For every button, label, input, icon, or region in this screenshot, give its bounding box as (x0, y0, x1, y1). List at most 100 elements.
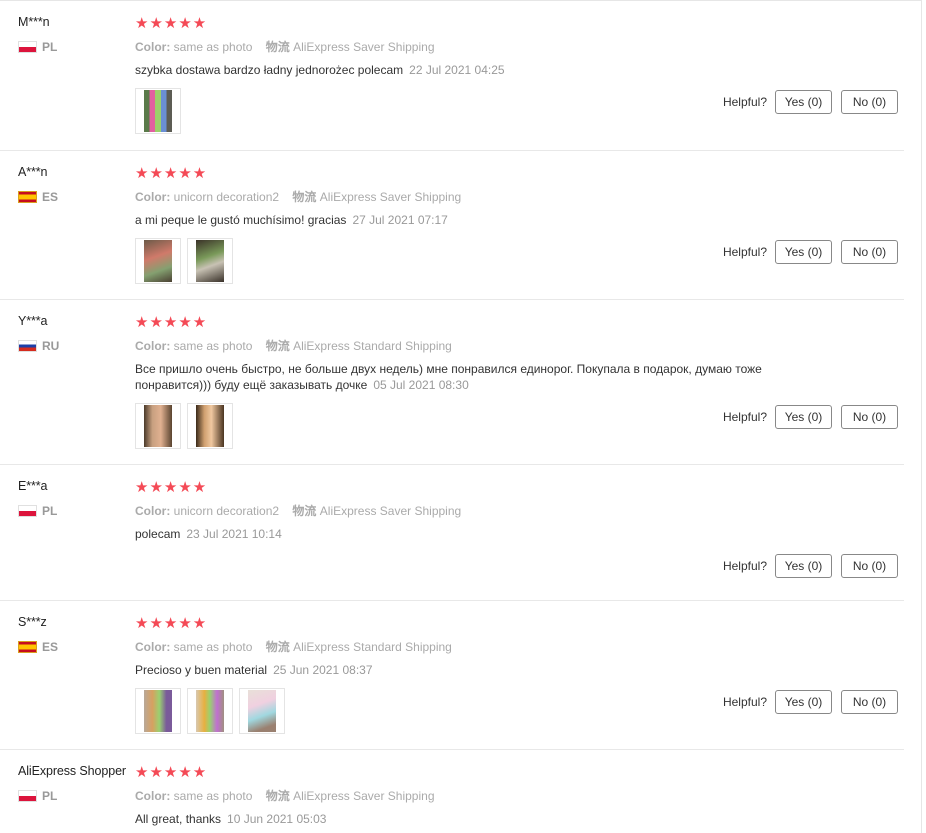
color-value: same as photo (173, 789, 253, 803)
color-label: Color: (135, 339, 171, 353)
reviewer-name: A***n (18, 165, 48, 179)
reviewer-name: E***a (18, 479, 48, 493)
review-content: ★★★★★ Color: same as photo 物流 AliExpress… (135, 15, 835, 134)
shipping-value: AliExpress Standard Shipping (293, 339, 452, 353)
review-item: E***a PL ★★★★★ Color: unicorn decoration… (0, 465, 904, 601)
color-value: unicorn decoration2 (173, 190, 280, 204)
star-rating: ★★★★★ (135, 15, 208, 32)
helpful-controls: Helpful? Yes (0) No (0) (723, 405, 898, 429)
review-item: AliExpress Shopper PL ★★★★★ Color: same … (0, 750, 904, 833)
review-meta: Color: unicorn decoration2 物流 AliExpress… (135, 188, 835, 205)
shipping-value: AliExpress Saver Shipping (293, 40, 435, 54)
color-value: same as photo (173, 40, 253, 54)
country-code: PL (42, 504, 58, 518)
review-body: polecam (135, 527, 181, 541)
review-item: M***n PL ★★★★★ Color: same as photo 物流 A… (0, 1, 904, 151)
review-date: 27 Jul 2021 07:17 (352, 213, 448, 227)
review-content: ★★★★★ Color: unicorn decoration2 物流 AliE… (135, 479, 835, 542)
helpful-no-button[interactable]: No (0) (841, 90, 898, 114)
helpful-no-button[interactable]: No (0) (841, 240, 898, 264)
reviewer-info: Y***a RU (18, 314, 133, 353)
photo-image (144, 690, 172, 732)
review-date: 22 Jul 2021 04:25 (409, 63, 505, 77)
review-photo-thumbnail[interactable] (187, 403, 233, 449)
country-code: PL (42, 789, 58, 803)
review-photo-thumbnail[interactable] (135, 688, 181, 734)
shipping-label: 物流 (265, 789, 290, 803)
helpful-yes-button[interactable]: Yes (0) (775, 90, 832, 114)
color-value: unicorn decoration2 (173, 504, 280, 518)
country-code: RU (42, 339, 60, 353)
flag-icon (18, 191, 37, 203)
review-text: polecam 23 Jul 2021 10:14 (135, 526, 815, 542)
photo-image (196, 240, 224, 282)
flag-icon (18, 340, 37, 352)
reviewer-country: RU (18, 339, 133, 353)
review-content: ★★★★★ Color: unicorn decoration2 物流 AliE… (135, 165, 835, 284)
shipping-label: 物流 (292, 504, 317, 518)
shipping-label: 物流 (265, 339, 290, 353)
reviewer-name: S***z (18, 615, 47, 629)
shipping-value: AliExpress Saver Shipping (293, 789, 435, 803)
reviews-list: M***n PL ★★★★★ Color: same as photo 物流 A… (0, 0, 922, 833)
helpful-yes-button[interactable]: Yes (0) (775, 405, 832, 429)
reviewer-name: Y***a (18, 314, 48, 328)
flag-icon (18, 790, 37, 802)
flag-icon (18, 641, 37, 653)
star-rating: ★★★★★ (135, 764, 208, 781)
reviewer-info: M***n PL (18, 15, 133, 54)
review-text: All great, thanks 10 Jun 2021 05:03 (135, 811, 815, 827)
helpful-yes-button[interactable]: Yes (0) (775, 690, 832, 714)
photo-image (144, 240, 172, 282)
reviewer-country: ES (18, 190, 133, 204)
review-text: a mi peque le gustó muchísimo! gracias 27… (135, 212, 815, 228)
review-photo-thumbnail[interactable] (135, 88, 181, 134)
helpful-yes-button[interactable]: Yes (0) (775, 554, 832, 578)
helpful-controls: Helpful? Yes (0) No (0) (723, 90, 898, 114)
flag-icon (18, 41, 37, 53)
helpful-yes-button[interactable]: Yes (0) (775, 240, 832, 264)
color-label: Color: (135, 40, 171, 54)
reviewer-info: A***n ES (18, 165, 133, 204)
review-text: Все пришло очень быстро, не больше двух … (135, 361, 815, 393)
shipping-value: AliExpress Saver Shipping (319, 504, 462, 518)
shipping-value: AliExpress Standard Shipping (293, 640, 452, 654)
country-code: ES (42, 190, 59, 204)
review-item: Y***a RU ★★★★★ Color: same as photo 物流 A… (0, 300, 904, 465)
helpful-no-button[interactable]: No (0) (841, 405, 898, 429)
photo-image (144, 90, 172, 132)
helpful-label: Helpful? (722, 95, 767, 109)
review-meta: Color: same as photo 物流 AliExpress Stand… (135, 337, 835, 354)
review-meta: Color: same as photo 物流 AliExpress Saver… (135, 38, 835, 55)
helpful-no-button[interactable]: No (0) (841, 554, 898, 578)
reviewer-name: M***n (18, 15, 50, 29)
shipping-label: 物流 (265, 40, 290, 54)
reviewer-country: PL (18, 789, 133, 803)
helpful-no-button[interactable]: No (0) (841, 690, 898, 714)
review-meta: Color: same as photo 物流 AliExpress Stand… (135, 638, 835, 655)
reviewer-info: E***a PL (18, 479, 133, 518)
photo-image (196, 405, 224, 447)
reviewer-country: PL (18, 40, 133, 54)
review-meta: Color: unicorn decoration2 物流 AliExpress… (135, 502, 835, 519)
review-body: All great, thanks (135, 812, 222, 826)
photo-image (196, 690, 224, 732)
helpful-controls: Helpful? Yes (0) No (0) (723, 554, 898, 578)
helpful-controls: Helpful? Yes (0) No (0) (723, 240, 898, 264)
review-photo-thumbnail[interactable] (239, 688, 285, 734)
reviewer-country: PL (18, 504, 133, 518)
review-date: 05 Jul 2021 08:30 (373, 378, 469, 392)
reviewer-name: AliExpress Shopper (18, 764, 126, 778)
review-meta: Color: same as photo 物流 AliExpress Saver… (135, 787, 835, 804)
review-body: Precioso y buen material (135, 663, 268, 677)
review-photo-thumbnail[interactable] (135, 403, 181, 449)
review-photo-thumbnail[interactable] (187, 688, 233, 734)
photo-image (144, 405, 172, 447)
color-label: Color: (135, 190, 171, 204)
review-text: szybka dostawa bardzo ładny jednorożec p… (135, 62, 815, 78)
review-photo-thumbnail[interactable] (135, 238, 181, 284)
color-label: Color: (135, 640, 171, 654)
color-value: same as photo (173, 339, 253, 353)
review-photo-thumbnail[interactable] (187, 238, 233, 284)
review-body: a mi peque le gustó muchísimo! gracias (135, 213, 347, 227)
